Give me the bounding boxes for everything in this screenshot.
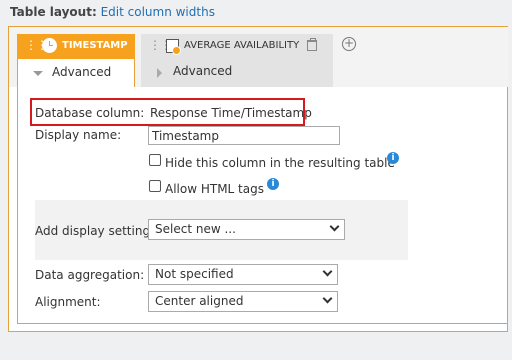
- info-icon[interactable]: i: [267, 178, 279, 190]
- data-aggregation-select[interactable]: Not specified: [148, 264, 338, 285]
- chevron-down-icon: [322, 266, 333, 277]
- allow-html-label: Allow HTML tags: [165, 182, 264, 196]
- hide-column-label: Hide this column in the resulting table: [165, 156, 395, 170]
- advanced-label: Advanced: [173, 64, 233, 78]
- calculator-icon: [166, 39, 181, 55]
- tab-average-availability-label: AVERAGE AVAILABILITY: [184, 40, 300, 51]
- info-icon[interactable]: i: [387, 152, 399, 164]
- chevron-down-icon: [33, 71, 43, 76]
- add-display-settings-label: Add display settings:: [35, 224, 161, 238]
- trash-icon[interactable]: [307, 38, 317, 51]
- layout-title: Table layout:: [10, 5, 97, 19]
- tab-average-availability-advanced[interactable]: Advanced: [141, 59, 333, 87]
- add-display-settings-select[interactable]: Select new ...: [148, 219, 345, 240]
- chevron-down-icon: [322, 293, 333, 304]
- alignment-label: Alignment:: [35, 295, 101, 309]
- layout-header: Table layout: Edit column widths: [10, 5, 215, 19]
- allow-html-checkbox[interactable]: [149, 180, 161, 192]
- tab-timestamp-label: TIMESTAMP: [62, 40, 128, 51]
- database-column-value: Response Time/Timestamp: [150, 106, 312, 120]
- select-value: Not specified: [155, 267, 234, 281]
- tab-timestamp-advanced[interactable]: Advanced: [17, 59, 135, 87]
- display-name-input[interactable]: [148, 126, 340, 145]
- advanced-label: Advanced: [52, 65, 112, 79]
- add-column-icon[interactable]: +: [342, 37, 356, 51]
- tab-average-availability[interactable]: ⋮⋮ AVERAGE AVAILABILITY: [141, 34, 333, 59]
- database-column-label: Database column:: [35, 106, 145, 120]
- data-aggregation-label: Data aggregation:: [35, 268, 145, 282]
- clock-icon: [42, 38, 57, 53]
- hide-column-checkbox[interactable]: [149, 154, 161, 166]
- tab-timestamp[interactable]: ⋮⋮ TIMESTAMP: [17, 34, 135, 59]
- select-value: Select new ...: [155, 222, 236, 236]
- alignment-select[interactable]: Center aligned: [148, 291, 338, 312]
- edit-column-widths-link[interactable]: Edit column widths: [101, 5, 215, 19]
- chevron-right-icon: [157, 68, 162, 78]
- select-value: Center aligned: [155, 294, 244, 308]
- chevron-down-icon: [329, 221, 340, 232]
- display-name-label: Display name:: [35, 128, 122, 142]
